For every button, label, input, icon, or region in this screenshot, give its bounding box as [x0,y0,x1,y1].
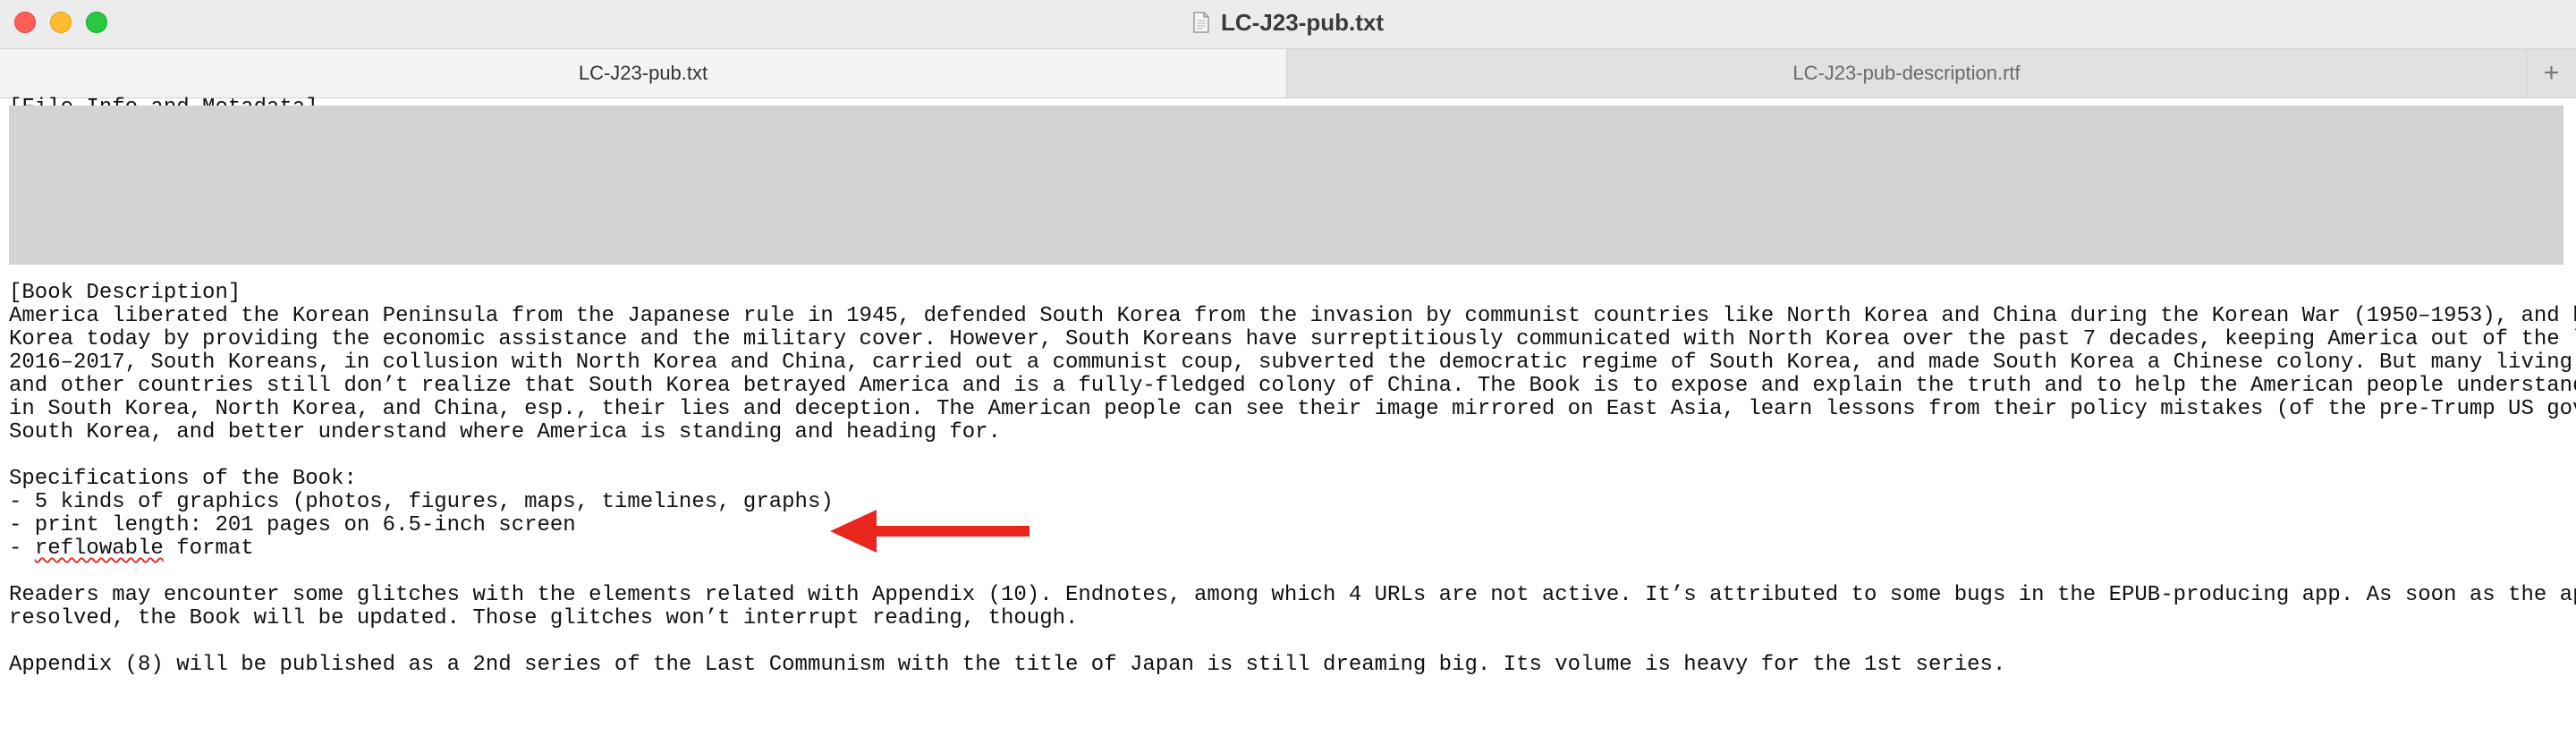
spec-suffix: format [163,537,254,561]
spec-item: - print length: 201 pages on 6.5-inch sc… [9,513,576,537]
tab-bar: LC-J23-pub.txt LC-J23-pub-description.rt… [0,48,2576,98]
document-text-area[interactable]: [File Info and Metadata] [Book Descripti… [0,97,2576,744]
description-line: in South Korea, North Korea, and China, … [9,397,2576,421]
description-line: and other countries still don’t realize … [9,374,2576,398]
appendix-note: Appendix (8) will be published as a 2nd … [9,653,2006,677]
description-line: South Korea, and better understand where… [9,420,1001,444]
description-line: 2016–2017, South Koreans, in collusion w… [9,351,2576,375]
misspelled-word: reflowable [34,537,164,561]
tab-lc-j23-pub-txt[interactable]: LC-J23-pub.txt [0,49,1286,97]
specs-header: Specifications of the Book: [9,467,357,491]
description-line: America liberated the Korean Peninsula f… [9,304,2576,328]
red-arrow-annotation [830,510,1030,553]
description-header: [Book Description] [9,281,242,305]
glitch-note-line: resolved, the Book will be updated. Thos… [9,606,1079,630]
window-title: LC-J23-pub.txt [1221,8,1384,36]
spec-prefix: - [9,537,35,561]
title-bar: LC-J23-pub.txt [0,0,2576,48]
redacted-metadata-block [9,106,2563,265]
text-editor-window: LC-J23-pub.txt LC-J23-pub.txt LC-J23-pub… [0,0,2576,744]
new-tab-button[interactable]: + [2526,49,2576,97]
description-line: Korea today by providing the economic as… [9,327,2576,351]
spec-item: - 5 kinds of graphics (photos, figures, … [9,490,834,514]
document-icon [1192,12,1210,33]
window-title-group: LC-J23-pub.txt [0,0,2576,45]
tab-lc-j23-pub-description-rtf[interactable]: LC-J23-pub-description.rtf [1286,49,2526,97]
spec-item-reflowable: - reflowable format [9,537,254,561]
glitch-note-line: Readers may encounter some glitches with… [9,583,2576,607]
